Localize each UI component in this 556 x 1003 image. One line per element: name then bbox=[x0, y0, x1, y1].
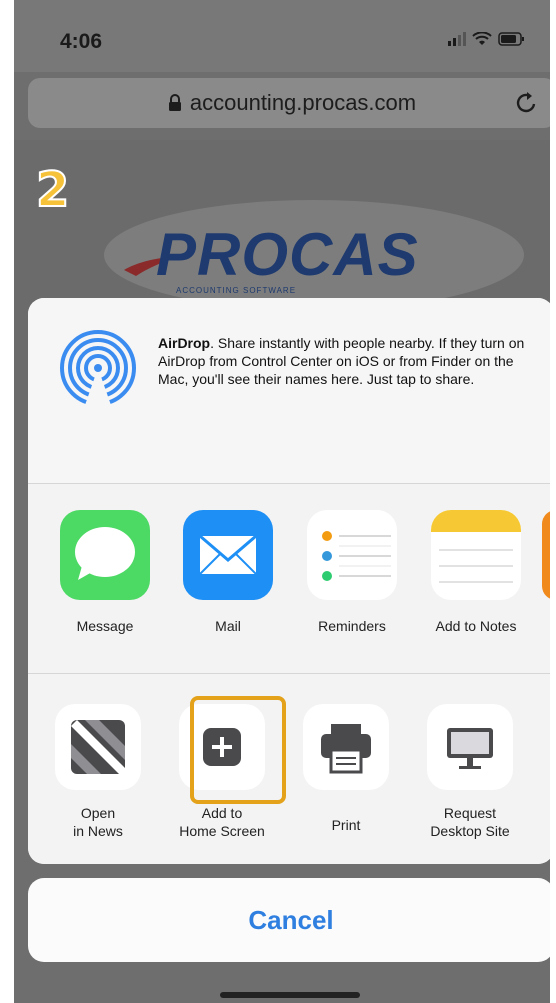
print-tile bbox=[303, 704, 389, 790]
airdrop-icon bbox=[60, 330, 136, 408]
news-icon bbox=[55, 704, 141, 790]
airdrop-section[interactable]: AirDrop. Share instantly with people nea… bbox=[28, 298, 550, 484]
status-icons bbox=[448, 32, 526, 46]
app-overflow-edge[interactable] bbox=[542, 510, 550, 600]
app-mail[interactable]: Mail bbox=[178, 510, 278, 634]
phone-screen: 4:06 accounting.procas.com 2 PROCAS ACCO… bbox=[14, 0, 550, 1003]
status-time: 4:06 bbox=[60, 30, 103, 53]
share-sheet: AirDrop. Share instantly with people nea… bbox=[28, 298, 550, 864]
action-label-line1: Request bbox=[443, 805, 497, 821]
procas-logo: PROCAS ACCOUNTING SOFTWARE bbox=[124, 220, 444, 310]
messages-icon bbox=[60, 510, 150, 600]
lock-icon bbox=[168, 94, 181, 111]
cancel-button[interactable]: Cancel bbox=[28, 878, 550, 962]
desktop-icon bbox=[447, 728, 493, 769]
share-apps-row: Message Mail Reminders Add to Notes bbox=[28, 484, 550, 674]
airdrop-title: AirDrop bbox=[158, 335, 211, 351]
reload-icon[interactable] bbox=[516, 90, 538, 114]
wifi-icon bbox=[472, 32, 492, 45]
action-label-line2: Home Screen bbox=[179, 823, 265, 839]
share-actions-row: Open in News Add to Home Screen Print Re… bbox=[28, 674, 550, 864]
battery-icon bbox=[498, 32, 524, 46]
app-reminders[interactable]: Reminders bbox=[302, 510, 402, 634]
printer-icon bbox=[321, 724, 371, 774]
logo-subtitle: ACCOUNTING SOFTWARE bbox=[176, 286, 297, 295]
step-number: 2 bbox=[35, 161, 70, 219]
app-label: Add to Notes bbox=[435, 618, 517, 634]
url-text: accounting.procas.com bbox=[189, 90, 417, 115]
app-label: Mail bbox=[215, 618, 241, 634]
airdrop-body: . Share instantly with people nearby. If… bbox=[158, 335, 525, 387]
action-open-in-news[interactable]: Open in News bbox=[38, 704, 158, 840]
status-bar: 4:06 bbox=[14, 0, 550, 72]
notes-icon bbox=[431, 510, 521, 600]
app-message[interactable]: Message bbox=[55, 510, 155, 634]
app-label: Reminders bbox=[318, 618, 386, 634]
action-label-line2: Desktop Site bbox=[430, 823, 510, 839]
reminders-icon bbox=[307, 510, 397, 600]
action-label-line1: Open bbox=[80, 805, 116, 821]
action-label-line1: Print bbox=[331, 817, 361, 833]
action-label-line1: Add to bbox=[201, 805, 243, 821]
airdrop-description: AirDrop. Share instantly with people nea… bbox=[158, 334, 538, 388]
highlight-box bbox=[190, 696, 286, 804]
action-print[interactable]: Print bbox=[286, 704, 406, 834]
action-request-desktop-site[interactable]: Request Desktop Site bbox=[410, 704, 530, 840]
address-bar[interactable]: accounting.procas.com bbox=[28, 78, 550, 128]
app-add-to-notes[interactable]: Add to Notes bbox=[426, 510, 526, 634]
signal-icon bbox=[448, 32, 466, 46]
request-desktop-tile bbox=[427, 704, 513, 790]
logo-text: PROCAS bbox=[156, 221, 419, 288]
action-label-line2: in News bbox=[73, 823, 123, 839]
home-indicator[interactable] bbox=[220, 992, 360, 998]
app-label: Message bbox=[76, 618, 134, 634]
mail-icon bbox=[183, 510, 273, 600]
